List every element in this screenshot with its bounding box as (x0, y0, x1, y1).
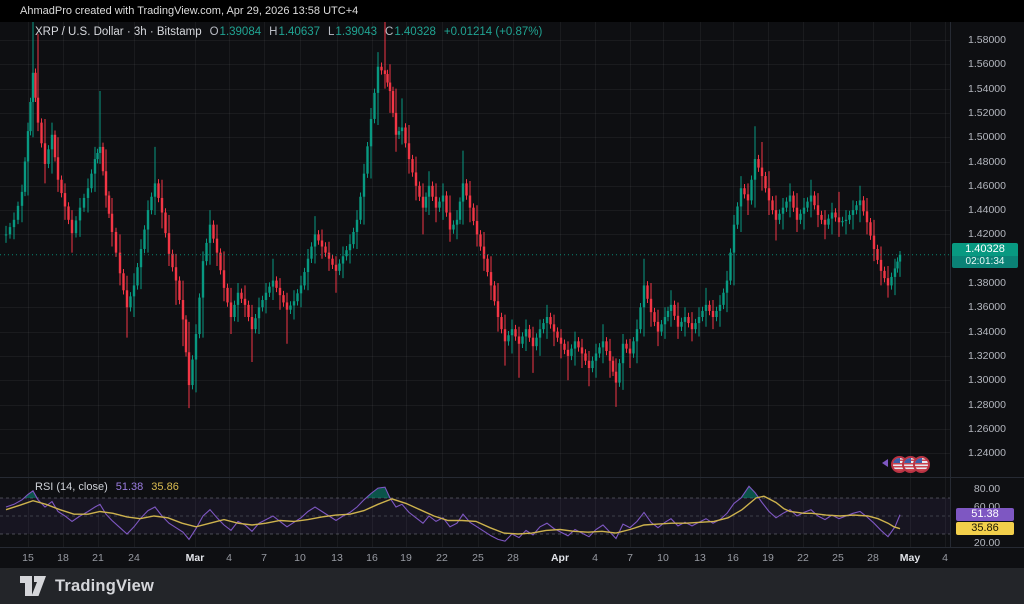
symbol-legend[interactable]: XRP / U.S. Dollar · 3h · Bitstamp O1.3908… (35, 26, 542, 38)
time-axis[interactable]: 15182124Mar4710131619222528Apr4710131619… (0, 547, 1024, 568)
flag-canton (915, 458, 922, 463)
time-tick-month: Mar (177, 552, 213, 564)
rsi-title: RSI (14, close) (35, 481, 108, 493)
flag-canton (904, 458, 911, 463)
axis-tick-label: 1.34000 (950, 326, 1024, 338)
axis-tick-label: 1.58000 (950, 34, 1024, 46)
axis-tick-label: 1.38000 (950, 277, 1024, 289)
chart-canvas[interactable] (0, 22, 1024, 547)
price-axis[interactable]: 1.58000 1.56000 1.54000 1.52000 1.50000 1.480… (950, 22, 1024, 547)
axis-tick-label: 1.36000 (950, 301, 1024, 313)
time-tick-day: 22 (785, 552, 821, 564)
attribution-bar: AhmadPro created with TradingView.com, A… (0, 0, 1024, 22)
rsi-value: 51.38 (116, 481, 144, 493)
event-marker-arrow-icon[interactable] (882, 459, 888, 467)
change-value: +0.01214 (+0.87%) (444, 26, 542, 38)
time-tick-month: May (892, 552, 928, 564)
time-tick-day: 4 (577, 552, 613, 564)
last-price-label: 1.40328 02:01:34 (952, 243, 1018, 268)
axis-tick-label: 1.56000 (950, 58, 1024, 70)
axis-tick-label: 1.24000 (950, 447, 1024, 459)
low-label: L (328, 26, 334, 38)
time-tick-day: 28 (495, 552, 531, 564)
time-tick-day: 4 (927, 552, 963, 564)
time-tick-day: 16 (354, 552, 390, 564)
rsi-pane (0, 486, 950, 541)
bar-countdown: 02:01:34 (952, 256, 1018, 268)
footer-bar: TradingView (0, 568, 1024, 604)
axis-tick-label: 1.26000 (950, 423, 1024, 435)
flag-canton (893, 458, 900, 463)
axis-tick-label: 1.46000 (950, 180, 1024, 192)
low-value: 1.39043 (335, 26, 377, 38)
time-tick-day: 19 (750, 552, 786, 564)
time-tick-day: 13 (682, 552, 718, 564)
time-tick-day: 10 (282, 552, 318, 564)
last-price-value: 1.40328 (952, 243, 1018, 256)
time-tick-day: 21 (80, 552, 116, 564)
axis-tick-label: 1.44000 (950, 204, 1024, 216)
close-label: C (385, 26, 393, 38)
high-label: H (269, 26, 277, 38)
time-tick-day: 22 (424, 552, 460, 564)
attribution-text: AhmadPro created with TradingView.com, A… (20, 5, 358, 17)
time-tick-day: 4 (211, 552, 247, 564)
axis-tick-label: 1.42000 (950, 228, 1024, 240)
chart-page: AhmadPro created with TradingView.com, A… (0, 0, 1024, 604)
time-tick-day: 10 (645, 552, 681, 564)
axis-tick-label: 1.52000 (950, 107, 1024, 119)
rsi-ma-value: 35.86 (151, 481, 179, 493)
symbol-title: XRP / U.S. Dollar · 3h · Bitstamp (35, 26, 202, 38)
time-tick-day: 7 (612, 552, 648, 564)
time-tick-month: Apr (542, 552, 578, 564)
tradingview-brand-text[interactable]: TradingView (55, 577, 154, 596)
candlestick-series (5, 22, 901, 408)
high-value: 1.40637 (278, 26, 320, 38)
time-tick-day: 28 (855, 552, 891, 564)
axis-tick-label: 1.54000 (950, 83, 1024, 95)
tradingview-logo-icon[interactable] (20, 576, 46, 596)
open-label: O (210, 26, 219, 38)
time-tick-day: 25 (820, 552, 856, 564)
time-tick-day: 24 (116, 552, 152, 564)
rsi-legend[interactable]: RSI (14, close) 51.38 35.86 (35, 481, 179, 493)
open-value: 1.39084 (220, 26, 262, 38)
axis-tick-label: 1.50000 (950, 131, 1024, 143)
us-flag-economic-event-icon[interactable] (913, 456, 930, 473)
axis-tick-label: 1.48000 (950, 156, 1024, 168)
time-tick-day: 13 (319, 552, 355, 564)
axis-tick-label: 1.30000 (950, 374, 1024, 386)
axis-tick-label: 1.28000 (950, 399, 1024, 411)
time-tick-day: 16 (715, 552, 751, 564)
time-tick-day: 15 (10, 552, 46, 564)
axis-tick-label: 80.00 (950, 483, 1024, 495)
axis-tick-label: 1.32000 (950, 350, 1024, 362)
rsi-axis-value-label: 51.38 (956, 508, 1014, 521)
rsi-ma-axis-value-label: 35.86 (956, 522, 1014, 535)
time-tick-day: 7 (246, 552, 282, 564)
close-value: 1.40328 (394, 26, 436, 38)
time-tick-day: 18 (45, 552, 81, 564)
time-tick-day: 25 (460, 552, 496, 564)
time-tick-day: 19 (388, 552, 424, 564)
